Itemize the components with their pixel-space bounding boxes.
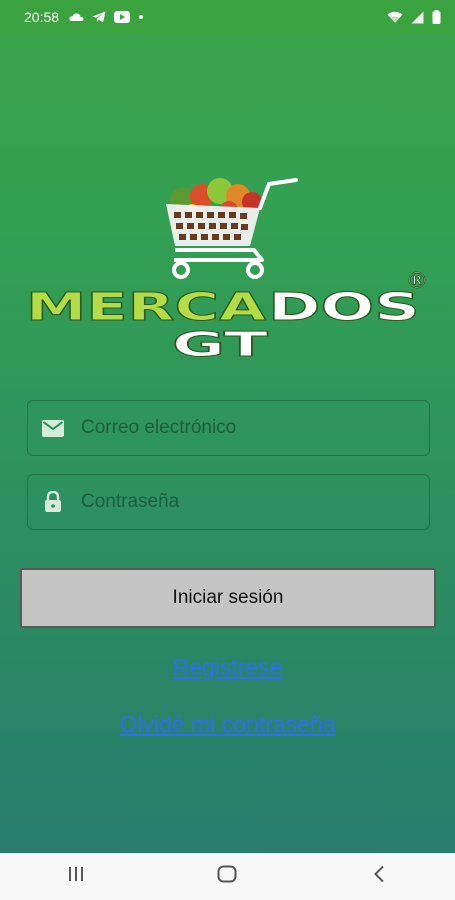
youtube-icon [114,11,131,23]
back-button[interactable] [349,857,409,897]
logo-name-part2: DOS [268,285,420,329]
navigation-bar [0,853,455,900]
logo-name-line2: GT [172,325,270,360]
wifi-icon [387,11,403,24]
dot-icon [138,14,144,20]
telegram-icon [92,11,106,23]
register-link[interactable]: Registrese [0,654,455,681]
mercados-gt-logo: MERCA DOS GT ® [26,178,428,360]
forgot-password-link[interactable]: Olvidé mi contraseña [0,711,455,738]
registered-mark: ® [406,269,428,294]
status-time: 20:58 [24,9,60,25]
lock-icon [41,490,65,514]
email-field[interactable] [27,400,430,456]
login-button[interactable]: Iniciar sesión [20,568,436,628]
status-system-icons [387,10,441,24]
recent-apps-button[interactable] [46,857,106,897]
signal-icon [411,11,424,24]
logo-name-part1: MERCA [26,285,267,329]
password-field[interactable] [27,474,430,530]
email-input[interactable] [79,400,429,456]
recent-apps-icon [67,866,85,887]
shopping-cart-icon [166,178,298,279]
password-input[interactable] [79,474,429,530]
back-icon [373,865,385,888]
home-icon [217,865,237,888]
status-notification-icons [69,11,144,23]
battery-icon [432,10,441,24]
status-bar: 20:58 [0,0,455,34]
mail-icon [41,416,65,440]
cloud-icon [69,12,84,22]
home-button[interactable] [197,857,257,897]
